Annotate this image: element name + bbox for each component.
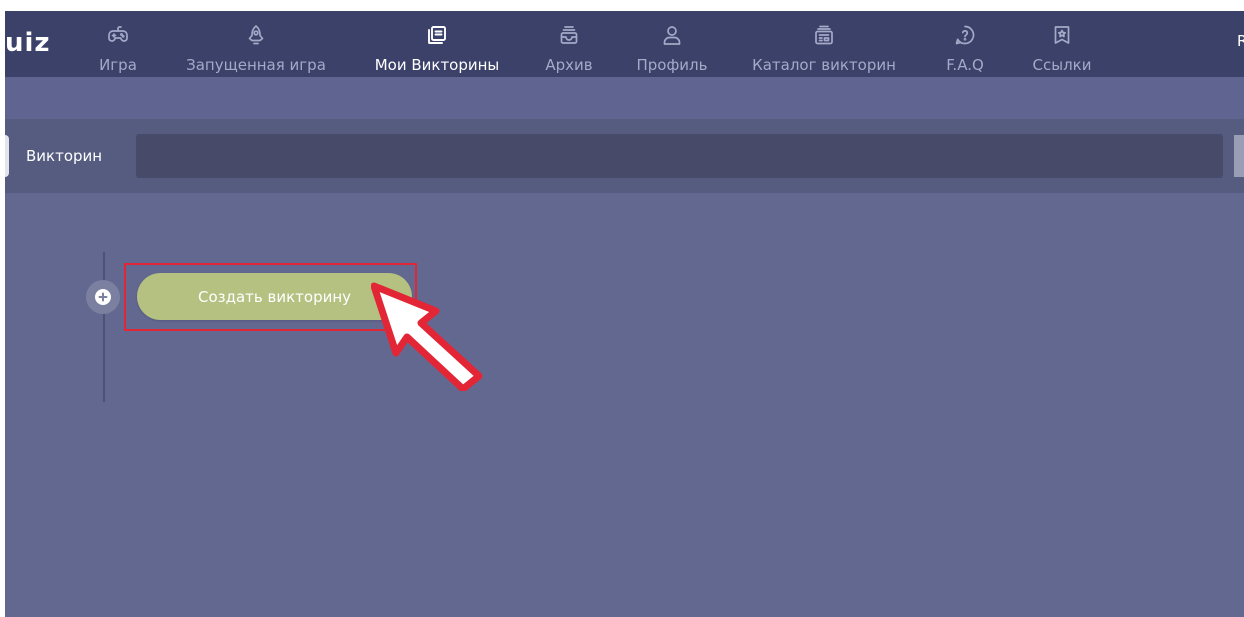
nav-item-label: F.A.Q (946, 56, 984, 74)
help-icon (954, 24, 976, 46)
filter-bar: Викторин (5, 119, 1244, 193)
filter-action-edge[interactable] (1234, 135, 1244, 177)
rocket-icon (245, 24, 267, 46)
nav-item-label: Игра (99, 56, 137, 74)
nav-item-faq[interactable]: F.A.Q (940, 11, 990, 77)
pointer-arrow-icon (371, 282, 483, 391)
nav-item-my-quizzes[interactable]: Мои Викторины (368, 11, 506, 77)
filter-tab-edge[interactable] (5, 135, 9, 177)
nav-item-game[interactable]: Игра (96, 11, 140, 77)
nav-item-profile[interactable]: Профиль (632, 11, 712, 77)
nav-item-archive[interactable]: Архив (541, 11, 597, 77)
top-navigation: uiz Игра Запущенная игра Мои Викторины А… (5, 11, 1244, 77)
nav-item-running-game[interactable]: Запущенная игра (181, 11, 331, 77)
filter-label: Викторин (26, 147, 103, 165)
nav-item-label: Архив (545, 56, 593, 74)
user-menu[interactable]: R (1237, 32, 1244, 50)
nav-item-label: Ссылки (1032, 56, 1092, 74)
app-logo[interactable]: uiz (5, 28, 51, 58)
search-input[interactable] (136, 134, 1223, 178)
nav-item-links[interactable]: Ссылки (1027, 11, 1097, 77)
plus-circle-icon (95, 289, 111, 305)
nav-item-label: Мои Викторины (374, 56, 500, 74)
profile-icon (661, 24, 683, 46)
nav-item-label: Профиль (636, 56, 708, 74)
archive-icon (558, 24, 580, 46)
sub-header-band (5, 77, 1244, 119)
gamepad-icon (107, 24, 129, 46)
catalog-icon (813, 24, 835, 46)
add-quiz-circle-button[interactable] (86, 280, 120, 314)
timeline-line (103, 252, 105, 402)
bookmark-icon (1051, 24, 1073, 46)
nav-item-quiz-catalog[interactable]: Каталог викторин (746, 11, 902, 77)
nav-item-label: Каталог викторин (752, 56, 896, 74)
nav-item-label: Запущенная игра (186, 56, 326, 74)
quiz-list-icon (426, 24, 448, 46)
app-window: uiz Игра Запущенная игра Мои Викторины А… (5, 11, 1244, 617)
